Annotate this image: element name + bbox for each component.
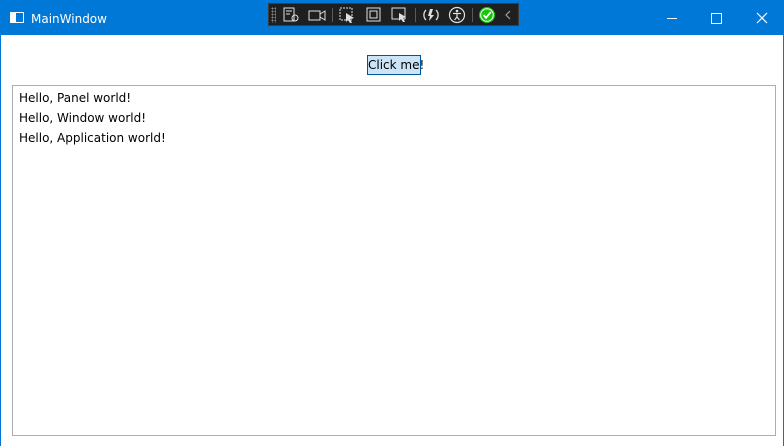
accessibility-button[interactable] [446, 5, 468, 25]
minimize-button[interactable] [649, 0, 695, 35]
display-layout-adorners-icon [366, 7, 381, 22]
hot-reload-icon [423, 9, 439, 21]
toolbar-separator [332, 8, 333, 22]
display-layout-adorners-button[interactable] [363, 5, 385, 25]
main-window: MainWindow Click me! Hello, Panel world!… [0, 0, 784, 446]
preview-selection-button[interactable] [389, 5, 411, 25]
minimize-icon [667, 18, 677, 19]
select-element-icon [339, 7, 354, 23]
list-item[interactable]: Hello, Window world! [19, 108, 146, 128]
collapse-chevron-icon [505, 10, 511, 20]
window-title: MainWindow [31, 12, 107, 26]
maximize-icon [711, 13, 722, 24]
binding-status-check-icon [479, 7, 495, 23]
collapse-toolbar-button[interactable] [500, 5, 516, 25]
toolbar-separator [472, 8, 473, 22]
select-element-button[interactable] [337, 5, 359, 25]
toolbar-separator [415, 8, 416, 22]
close-icon [756, 12, 768, 24]
track-focus-button[interactable] [306, 5, 328, 25]
visual-tree-button[interactable] [280, 5, 302, 25]
maximize-button[interactable] [693, 0, 739, 35]
list-item[interactable]: Hello, Application world! [19, 128, 166, 148]
preview-selection-icon [391, 7, 406, 22]
track-focus-icon [308, 10, 326, 21]
accessibility-icon [448, 6, 466, 24]
close-button[interactable] [739, 0, 784, 35]
hot-reload-button[interactable] [420, 5, 442, 25]
window-app-icon [10, 12, 24, 23]
list-item[interactable]: Hello, Panel world! [19, 88, 131, 108]
xaml-debug-toolbar [268, 3, 519, 26]
click-me-button[interactable]: Click me! [367, 55, 424, 75]
toolbar-grip[interactable] [271, 7, 276, 23]
message-list[interactable]: Hello, Panel world! Hello, Window world!… [12, 85, 776, 436]
visual-tree-icon [283, 7, 299, 22]
binding-status-button[interactable] [476, 5, 498, 25]
